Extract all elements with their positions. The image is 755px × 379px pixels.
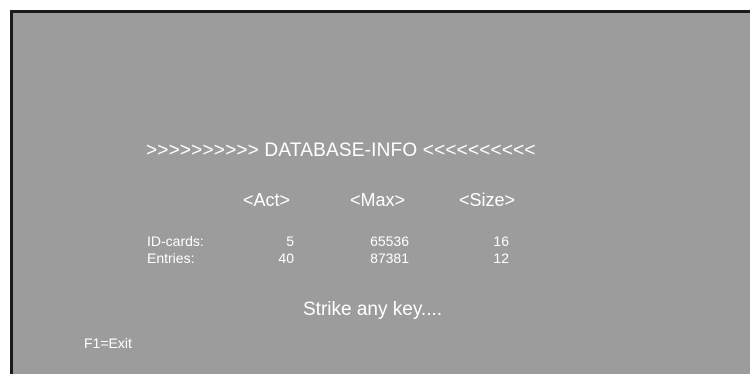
id-cards-act-value: 5 [286, 233, 294, 249]
header-size: <Size> [459, 190, 516, 210]
screen-title: >>>>>>>>>> DATABASE-INFO <<<<<<<<<< [146, 140, 536, 161]
header-act: <Act> [243, 190, 291, 210]
header-max: <Max> [350, 190, 406, 210]
f1-exit-hint[interactable]: F1=Exit [84, 335, 132, 351]
id-cards-max-value: 65536 [370, 233, 409, 249]
entries-max-value: 87381 [370, 250, 409, 266]
row-label-entries: Entries: [147, 250, 195, 266]
database-info-screen[interactable]: >>>>>>>>>> DATABASE-INFO <<<<<<<<<< <Act… [10, 10, 750, 374]
strike-any-key-prompt: Strike any key.... [303, 299, 443, 320]
id-cards-size-value: 16 [493, 233, 509, 249]
entries-size-value: 12 [493, 250, 509, 266]
entries-act-value: 40 [278, 250, 294, 266]
row-label-id-cards: ID-cards: [147, 233, 204, 249]
